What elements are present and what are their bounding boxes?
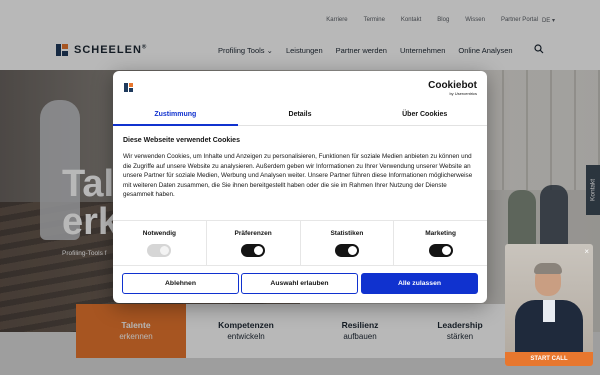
site-logo-icon: [124, 83, 133, 92]
category-statistiken: Statistiken: [301, 221, 395, 265]
close-icon[interactable]: ×: [584, 247, 589, 256]
start-call-button[interactable]: START CALL: [505, 352, 593, 366]
category-marketing: Marketing: [394, 221, 487, 265]
video-call-widget[interactable]: × START CALL: [505, 244, 593, 366]
toggle-notwendig: [147, 244, 172, 257]
allow-selection-button[interactable]: Auswahl erlauben: [241, 273, 358, 294]
cookie-body-text: Wir verwenden Cookies, um Inhalte und An…: [123, 153, 473, 199]
toggle-statistiken[interactable]: [334, 244, 359, 257]
page: Karriere Termine Kontakt Blog Wissen Par…: [0, 0, 600, 375]
toggle-marketing[interactable]: [428, 244, 453, 257]
toggle-praeferenzen[interactable]: [241, 244, 266, 257]
tab-zustimmung[interactable]: Zustimmung: [113, 104, 238, 126]
reject-button[interactable]: Ablehnen: [122, 273, 239, 294]
cookie-categories: Notwendig Präferenzen Statistiken Market…: [113, 220, 487, 266]
category-praeferenzen: Präferenzen: [207, 221, 301, 265]
tab-ueber-cookies[interactable]: Über Cookies: [362, 104, 487, 125]
cookie-heading: Diese Webseite verwendet Cookies: [123, 137, 240, 144]
cookie-consent-dialog: Cookiebot by Usercentrics Zustimmung Det…: [113, 71, 487, 303]
tab-details[interactable]: Details: [238, 104, 363, 125]
cookie-tabs: Zustimmung Details Über Cookies: [113, 104, 487, 126]
allow-all-button[interactable]: Alle zulassen: [361, 273, 478, 294]
category-notwendig: Notwendig: [113, 221, 207, 265]
cookiebot-logo: Cookiebot by Usercentrics: [428, 80, 477, 96]
